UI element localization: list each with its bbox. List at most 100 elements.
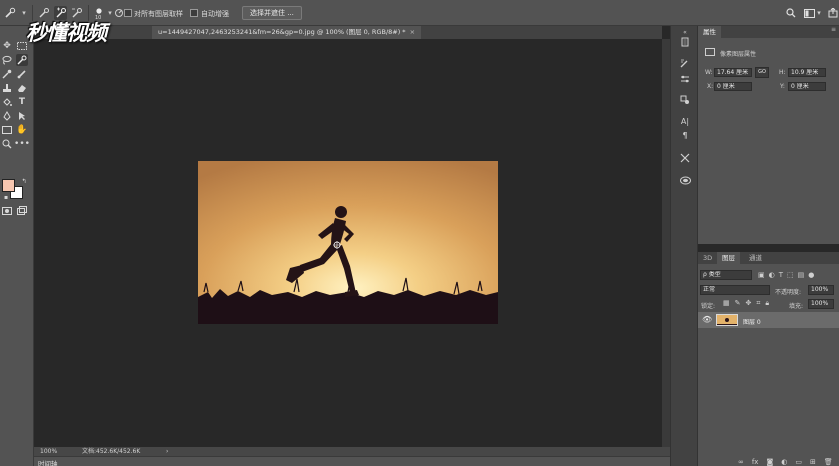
lock-image-icon[interactable]: ✎ <box>735 299 741 308</box>
sample-all-layers-checkbox[interactable] <box>124 9 132 17</box>
width-field[interactable]: 17.64 厘米 <box>714 68 752 77</box>
opacity-field[interactable]: 100% <box>808 285 834 295</box>
hand-tool-icon[interactable]: ✋ <box>16 124 28 136</box>
timeline-panel-tab[interactable]: 时间轴 <box>34 456 670 466</box>
character-icon[interactable]: A| <box>678 114 692 128</box>
layers-panel: 3D 图层 通道 ρ 类型 ▣ ◐ T ⬚ ▤ ● 正常 不透明度: 100% … <box>698 252 839 458</box>
layer-filter-kind-select[interactable]: ρ 类型 <box>700 270 752 280</box>
lock-transparent-icon[interactable]: ▦ <box>723 299 730 308</box>
filter-pixel-icon[interactable]: ▣ <box>758 271 765 279</box>
new-fill-layer-icon[interactable]: ◐ <box>781 458 787 466</box>
foreground-color-swatch[interactable] <box>2 179 15 192</box>
share-icon[interactable] <box>827 6 839 20</box>
auto-enhance-checkbox[interactable] <box>190 9 198 17</box>
type-tool-icon[interactable]: T <box>16 96 28 108</box>
layer-style-icon[interactable]: fx <box>752 458 759 466</box>
rectangle-tool-icon[interactable] <box>1 124 13 136</box>
select-and-mask-button[interactable]: 选择并遮住 ... <box>242 6 302 20</box>
tab-channels[interactable]: 通道 <box>744 252 767 264</box>
lock-icons: ▦ ✎ ✥ ⌗ 🔒︎ <box>723 299 769 308</box>
panel-icon-strip: « A| ¶ <box>670 26 698 466</box>
link-layers-icon[interactable]: ∞ <box>738 458 744 466</box>
lock-label: 锁定: <box>701 303 716 310</box>
tab-3d[interactable]: 3D <box>698 252 717 264</box>
lasso-tool-icon[interactable] <box>1 54 13 66</box>
screen-mode-icon[interactable] <box>16 205 28 217</box>
filter-smart-object-icon[interactable]: ▤ <box>798 271 805 279</box>
lock-all-icon[interactable]: 🔒︎ <box>765 299 769 308</box>
layer-row[interactable]: 👁︎ 图层 0 <box>698 312 839 328</box>
vertical-scrollbar[interactable] <box>662 39 670 447</box>
y-field[interactable]: 0 厘米 <box>788 82 826 91</box>
document-tab[interactable]: u=1449427047,2463253241&fm=26&gp=0.jpg @… <box>152 26 422 39</box>
properties-tabs: 属性 ≡ <box>698 26 839 38</box>
add-mask-icon[interactable]: ◙ <box>766 458 773 466</box>
layer-thumbnail <box>716 314 738 326</box>
delete-layer-icon[interactable]: 🗑︎ <box>824 458 833 466</box>
move-tool-icon[interactable]: ✥ <box>1 40 13 52</box>
document-tab-bar: u=1449427047,2463253241&fm=26&gp=0.jpg @… <box>34 26 662 39</box>
fill-field[interactable]: 100% <box>808 299 834 309</box>
workspace-icon[interactable] <box>803 6 815 20</box>
layers-tabs: 3D 图层 通道 <box>698 252 839 264</box>
document-tab-title: u=1449427047,2463253241&fm=26&gp=0.jpg @… <box>158 28 406 36</box>
tab-properties[interactable]: 属性 <box>698 26 721 38</box>
channels-mini-icon[interactable] <box>678 173 692 187</box>
lock-position-icon[interactable]: ✥ <box>746 299 752 308</box>
brush-settings-icon[interactable] <box>678 56 692 70</box>
blend-mode-select[interactable]: 正常 <box>700 285 770 295</box>
visibility-eye-icon[interactable]: 👁︎ <box>702 315 712 324</box>
paragraph-icon[interactable]: ¶ <box>678 128 692 142</box>
tab-layers[interactable]: 图层 <box>717 252 740 264</box>
history-icon[interactable] <box>678 35 692 49</box>
quick-selection-tool-icon[interactable] <box>3 6 17 20</box>
tools-preset-icon[interactable] <box>678 151 692 165</box>
layer-filter-icons: ▣ ◐ T ⬚ ▤ ● <box>758 270 838 280</box>
link-dimensions-icon[interactable]: GO <box>755 67 769 78</box>
new-group-icon[interactable]: ▭ <box>795 458 802 466</box>
filter-adjustment-icon[interactable]: ◐ <box>769 271 775 279</box>
pixel-layer-icon <box>705 48 715 56</box>
quick-selection-tool-active-icon[interactable] <box>16 54 28 66</box>
status-bar: 100% 文档:452.6K/452.6K › <box>34 447 670 456</box>
panel-menu-icon[interactable]: ≡ <box>831 26 836 33</box>
eyedropper-tool-icon[interactable] <box>1 68 13 80</box>
zoom-level[interactable]: 100% <box>40 447 57 456</box>
fill-label: 填充: <box>789 303 804 310</box>
layers-bottom-toolbar: ∞ fx ◙ ◐ ▭ ⊞ 🗑︎ <box>698 458 839 466</box>
new-layer-icon[interactable]: ⊞ <box>810 458 816 466</box>
quick-mask-icon[interactable] <box>1 205 13 217</box>
status-menu-arrow-icon[interactable]: › <box>166 447 168 456</box>
path-selection-tool-icon[interactable] <box>16 110 28 122</box>
height-field[interactable]: 10.9 厘米 <box>788 68 826 77</box>
filter-shape-icon[interactable]: ⬚ <box>787 271 794 279</box>
pen-tool-icon[interactable] <box>1 110 13 122</box>
paint-bucket-tool-icon[interactable] <box>1 96 13 108</box>
width-label: W: <box>705 69 713 76</box>
layer-name[interactable]: 图层 0 <box>743 317 761 326</box>
x-field[interactable]: 0 厘米 <box>714 82 752 91</box>
libraries-icon[interactable] <box>678 93 692 107</box>
properties-panel: 属性 ≡ 像素图层属性 W: 17.64 厘米 GO H: 10.9 厘米 X:… <box>698 26 839 244</box>
height-label: H: <box>779 69 786 76</box>
x-label: X: <box>707 83 714 90</box>
eraser-tool-icon[interactable] <box>16 82 28 94</box>
swap-colors-icon[interactable]: ↰ <box>18 175 30 187</box>
close-tab-icon[interactable]: × <box>410 28 415 36</box>
lock-artboard-icon[interactable]: ⌗ <box>756 299 760 308</box>
default-colors-icon[interactable]: ▪ <box>0 191 12 203</box>
timeline-label: 时间轴 <box>38 460 58 466</box>
filter-type-icon[interactable]: T <box>779 271 783 279</box>
workspace-dropdown-icon[interactable]: ▾ <box>816 6 822 20</box>
document-image[interactable] <box>198 161 498 324</box>
adjustments-icon[interactable] <box>678 72 692 86</box>
more-tools-icon[interactable]: ••• <box>14 138 30 150</box>
opacity-label: 不透明度: <box>775 289 802 296</box>
zoom-tool-icon[interactable] <box>1 138 13 150</box>
search-icon[interactable] <box>785 6 797 20</box>
brush-tool-icon[interactable] <box>16 68 28 80</box>
stamp-tool-icon[interactable] <box>1 82 13 94</box>
options-bar: ▾ 10 ▾ 对所有图层取样 自动增强 选择并遮住 ... ▾ <box>0 0 839 26</box>
watermark-text: 秒懂视频 <box>26 21 107 45</box>
filter-toggle-icon[interactable]: ● <box>808 271 814 279</box>
